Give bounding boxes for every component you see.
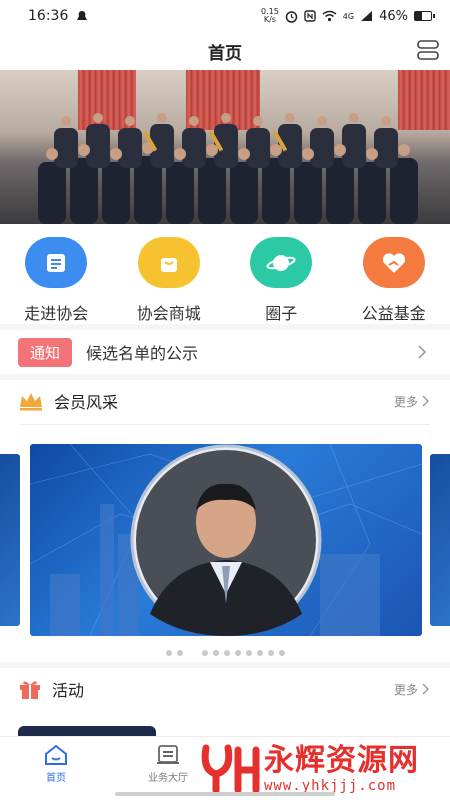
quick-nav: 走进协会 协会商城 圈子 公益基金 (0, 224, 450, 324)
quick-nav-circle[interactable]: 圈子 (229, 237, 333, 324)
watermark-title: 永辉资源网 (264, 743, 419, 778)
gift-icon (20, 681, 40, 699)
document-icon (25, 237, 88, 288)
wifi-icon (322, 10, 337, 22)
group-photo (38, 113, 418, 224)
banner-carousel[interactable] (0, 70, 450, 224)
activity-section: 活动 更多 (0, 668, 450, 738)
menu-icon[interactable] (416, 38, 440, 62)
battery-icon (414, 11, 435, 21)
quick-nav-about[interactable]: 走进协会 (4, 237, 108, 324)
chevron-right-icon (422, 683, 429, 695)
member-card-graphic (30, 444, 422, 636)
hall-icon (157, 745, 179, 764)
carousel-next-card[interactable] (430, 454, 450, 626)
status-bar: 16:36 0.15 K/s 4G 46% (0, 0, 450, 32)
alarm-icon (285, 10, 298, 23)
tab-home[interactable]: 首页 (0, 737, 112, 800)
notice-badge: 通知 (18, 337, 73, 367)
notification-icon (77, 11, 88, 20)
quick-nav-mall[interactable]: 协会商城 (117, 237, 221, 324)
notice-text[interactable]: 候选名单的公示 (86, 340, 412, 364)
watermark: 永辉资源网 www.yhkjjj.com (198, 738, 430, 800)
app-header: 首页 (0, 32, 450, 70)
member-card[interactable] (30, 444, 422, 636)
carousel-indicator (0, 650, 450, 656)
notice-bar[interactable]: 通知 候选名单的公示 (0, 330, 450, 374)
quick-nav-label: 走进协会 (24, 304, 89, 323)
nfc-icon (304, 10, 316, 22)
battery-text: 46% (379, 8, 408, 24)
page-title: 首页 (208, 43, 242, 64)
more-link[interactable]: 更多 (394, 681, 430, 698)
crown-icon (20, 393, 42, 411)
section-title: 活动 (52, 681, 85, 700)
shopping-bag-icon (137, 237, 200, 288)
carousel-prev-card[interactable] (0, 454, 20, 626)
chevron-right-icon (422, 395, 429, 407)
quick-nav-label: 公益基金 (361, 304, 426, 323)
status-time: 16:36 (28, 8, 69, 24)
signal-icon (361, 11, 373, 21)
quick-nav-charity[interactable]: 公益基金 (342, 237, 446, 324)
section-title: 会员风采 (54, 393, 119, 412)
home-indicator (115, 792, 335, 796)
watermark-logo (201, 744, 260, 794)
signal-type: 4G (342, 11, 355, 21)
quick-nav-label: 圈子 (265, 304, 298, 323)
members-section: 会员风采 更多 (0, 380, 450, 662)
planet-icon (250, 237, 313, 288)
quick-nav-label: 协会商城 (136, 304, 201, 323)
more-link[interactable]: 更多 (394, 393, 430, 410)
divider (20, 424, 430, 425)
home-icon (45, 744, 67, 765)
chevron-right-icon (418, 345, 427, 359)
heart-hand-icon (362, 237, 425, 288)
net-speed: 0.15 K/s (260, 7, 279, 24)
